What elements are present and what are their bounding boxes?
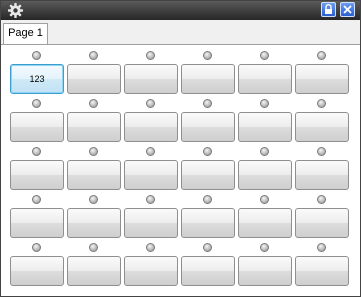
indicator-led-icon — [89, 99, 98, 108]
grid-cell — [238, 195, 294, 243]
indicator-led-icon — [203, 99, 212, 108]
indicator-led-icon — [203, 195, 212, 204]
grid-button[interactable] — [181, 160, 235, 190]
grid-cell — [67, 243, 123, 291]
grid-cell — [124, 99, 180, 147]
indicator-led-icon — [146, 195, 155, 204]
grid-button[interactable] — [67, 64, 121, 94]
grid-cell — [295, 147, 351, 195]
indicator-led-icon — [260, 51, 269, 60]
grid-cell — [67, 99, 123, 147]
indicator-led-icon — [317, 243, 326, 252]
indicator-led-icon — [32, 243, 41, 252]
indicator-led-icon — [317, 147, 326, 156]
grid-button[interactable] — [238, 64, 292, 94]
grid-button[interactable] — [124, 112, 178, 142]
grid-cell — [181, 243, 237, 291]
grid-button[interactable] — [238, 112, 292, 142]
grid-button[interactable] — [124, 256, 178, 286]
grid-cell — [238, 51, 294, 99]
indicator-led-icon — [89, 147, 98, 156]
grid-button[interactable] — [124, 160, 178, 190]
indicator-led-icon — [260, 147, 269, 156]
indicator-led-icon — [203, 243, 212, 252]
grid-button[interactable] — [295, 112, 349, 142]
grid-cell — [10, 147, 66, 195]
gear-icon[interactable] — [7, 2, 24, 19]
grid-button[interactable] — [295, 208, 349, 238]
tab-strip: Page 1 — [1, 20, 360, 45]
button-grid: 123 — [1, 45, 360, 296]
indicator-led-icon — [32, 99, 41, 108]
tab-page-1[interactable]: Page 1 — [3, 23, 48, 44]
close-icon[interactable] — [340, 2, 355, 17]
lock-icon[interactable] — [321, 2, 336, 17]
grid-button[interactable] — [295, 160, 349, 190]
grid-button[interactable] — [238, 160, 292, 190]
indicator-led-icon — [260, 99, 269, 108]
grid-button[interactable] — [181, 208, 235, 238]
indicator-led-icon — [203, 51, 212, 60]
grid-cell — [67, 195, 123, 243]
grid-button[interactable] — [10, 160, 64, 190]
grid-button[interactable] — [67, 160, 121, 190]
grid-cell — [124, 147, 180, 195]
grid-cell — [67, 147, 123, 195]
grid-button[interactable] — [124, 208, 178, 238]
grid-button[interactable] — [238, 256, 292, 286]
grid-cell — [238, 99, 294, 147]
title-bar — [1, 1, 360, 20]
grid-cell — [10, 99, 66, 147]
grid-cell — [10, 195, 66, 243]
grid-cell — [10, 243, 66, 291]
grid-button[interactable] — [67, 208, 121, 238]
grid-cell — [124, 195, 180, 243]
grid-button[interactable] — [181, 256, 235, 286]
grid-cell — [181, 51, 237, 99]
grid-cell — [181, 195, 237, 243]
grid-button[interactable] — [10, 112, 64, 142]
indicator-led-icon — [317, 195, 326, 204]
grid-cell — [67, 51, 123, 99]
grid-cell — [295, 99, 351, 147]
grid-cell — [124, 51, 180, 99]
indicator-led-icon — [89, 195, 98, 204]
grid-cell — [238, 243, 294, 291]
grid-button[interactable] — [67, 256, 121, 286]
grid-cell — [181, 147, 237, 195]
grid-button[interactable] — [295, 64, 349, 94]
grid-button[interactable] — [181, 64, 235, 94]
indicator-led-icon — [146, 147, 155, 156]
indicator-led-icon — [146, 51, 155, 60]
grid-cell — [238, 147, 294, 195]
grid-button[interactable] — [10, 208, 64, 238]
indicator-led-icon — [317, 99, 326, 108]
indicator-led-icon — [317, 51, 326, 60]
indicator-led-icon — [203, 147, 212, 156]
indicator-led-icon — [89, 51, 98, 60]
indicator-led-icon — [146, 99, 155, 108]
indicator-led-icon — [260, 243, 269, 252]
grid-button[interactable] — [67, 112, 121, 142]
grid-cell — [295, 243, 351, 291]
grid-button[interactable] — [295, 256, 349, 286]
grid-cell — [295, 51, 351, 99]
grid-button[interactable]: 123 — [10, 64, 64, 94]
app-window: Page 1 123 — [0, 0, 361, 297]
indicator-led-icon — [32, 195, 41, 204]
grid-button[interactable] — [181, 112, 235, 142]
grid-button[interactable] — [10, 256, 64, 286]
grid-cell — [124, 243, 180, 291]
grid-cell: 123 — [10, 51, 66, 99]
indicator-led-icon — [32, 51, 41, 60]
grid-button[interactable] — [124, 64, 178, 94]
indicator-led-icon — [146, 243, 155, 252]
indicator-led-icon — [260, 195, 269, 204]
grid-cell — [295, 195, 351, 243]
grid-button[interactable] — [238, 208, 292, 238]
indicator-led-icon — [89, 243, 98, 252]
grid-cell — [181, 99, 237, 147]
indicator-led-icon — [32, 147, 41, 156]
